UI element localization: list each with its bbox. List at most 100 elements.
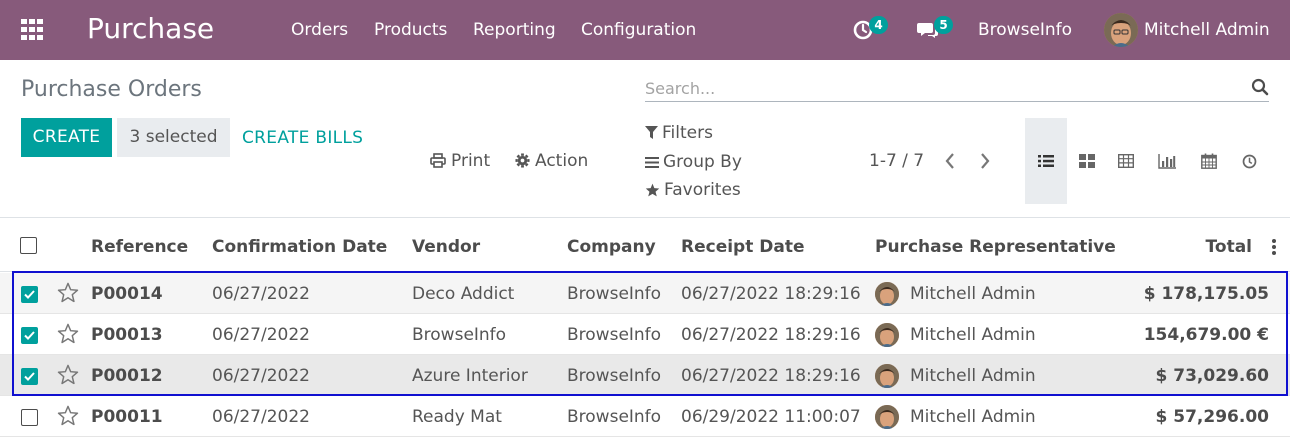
pivot-view-button[interactable] — [1105, 118, 1147, 204]
app-name[interactable]: Purchase — [87, 12, 214, 46]
column-header-confirmation-date[interactable]: Confirmation Date — [212, 237, 387, 257]
representative-cell: Mitchell Admin — [910, 325, 1036, 345]
favorites-label: Favorites — [664, 180, 741, 200]
printer-icon — [430, 153, 446, 168]
user-avatar[interactable] — [1104, 13, 1138, 47]
priority-star-icon[interactable] — [57, 282, 79, 303]
company-cell: BrowseInfo — [567, 366, 662, 386]
select-all-checkbox[interactable] — [20, 237, 37, 254]
column-header-receipt-date[interactable]: Receipt Date — [681, 237, 805, 257]
check-icon — [24, 372, 35, 381]
print-label: Print — [451, 151, 491, 171]
filter-icon — [645, 126, 658, 139]
search-icon[interactable] — [1251, 78, 1269, 96]
row-checkbox[interactable] — [21, 327, 38, 344]
list-view-icon — [1038, 155, 1054, 167]
column-header-vendor[interactable]: Vendor — [412, 237, 480, 257]
check-icon — [24, 331, 35, 340]
group-by-button[interactable]: Group By — [645, 151, 742, 173]
activity-view-button[interactable] — [1228, 118, 1270, 204]
column-header-reference[interactable]: Reference — [91, 237, 188, 257]
pager-next-icon[interactable] — [978, 152, 992, 170]
star-icon — [645, 183, 660, 197]
menu-configuration[interactable]: Configuration — [581, 19, 696, 41]
representative-avatar — [875, 282, 899, 306]
print-menu-button[interactable]: Print — [430, 150, 490, 172]
reference-cell: P00011 — [91, 407, 163, 427]
user-name[interactable]: Mitchell Admin — [1144, 19, 1270, 41]
confirmation-date-cell: 06/27/2022 — [212, 366, 310, 386]
priority-star-icon[interactable] — [57, 323, 79, 344]
action-label: Action — [535, 151, 589, 171]
priority-star-icon[interactable] — [57, 364, 79, 385]
confirmation-date-cell: 06/27/2022 — [212, 325, 310, 345]
table-row[interactable]: P00014 06/27/2022 Deco Addict BrowseInfo… — [0, 273, 1290, 314]
representative-cell: Mitchell Admin — [910, 284, 1036, 304]
graph-view-icon — [1158, 153, 1176, 169]
apps-menu-icon[interactable] — [21, 19, 44, 40]
column-header-purchase-representative[interactable]: Purchase Representative — [875, 237, 1116, 257]
search-box — [645, 74, 1269, 102]
favorites-button[interactable]: Favorites — [645, 179, 741, 201]
filters-button[interactable]: Filters — [645, 122, 713, 144]
receipt-date-cell: 06/29/2022 11:00:07 — [681, 407, 861, 427]
kanban-view-button[interactable] — [1066, 118, 1108, 204]
priority-star-icon[interactable] — [57, 405, 79, 426]
table-row[interactable]: P00011 06/27/2022 Ready Mat BrowseInfo 0… — [0, 396, 1290, 437]
selected-count-badge: 3 selected — [117, 118, 230, 157]
graph-view-button[interactable] — [1146, 118, 1188, 204]
action-menu-button[interactable]: Action — [515, 150, 588, 172]
company-cell: BrowseInfo — [567, 325, 662, 345]
calendar-view-icon — [1201, 153, 1217, 169]
reference-cell: P00013 — [91, 325, 163, 345]
table-row[interactable]: P00012 06/27/2022 Azure Interior BrowseI… — [0, 355, 1290, 396]
row-checkbox[interactable] — [21, 368, 38, 385]
table-row[interactable]: P00013 06/27/2022 BrowseInfo BrowseInfo … — [0, 314, 1290, 355]
menu-reporting[interactable]: Reporting — [473, 19, 556, 41]
reference-cell: P00014 — [91, 284, 163, 304]
company-cell: BrowseInfo — [567, 407, 662, 427]
activity-view-icon — [1242, 154, 1256, 168]
table-header-row: Reference Confirmation Date Vendor Compa… — [0, 218, 1290, 272]
filters-label: Filters — [662, 123, 713, 143]
messages-count-badge: 5 — [934, 16, 953, 34]
row-checkbox[interactable] — [21, 286, 38, 303]
create-button[interactable]: CREATE — [21, 118, 112, 157]
reference-cell: P00012 — [91, 366, 163, 386]
column-header-total[interactable]: Total — [1206, 237, 1252, 257]
receipt-date-cell: 06/27/2022 18:29:16 — [681, 284, 861, 304]
representative-avatar — [875, 405, 899, 429]
representative-avatar — [875, 323, 899, 347]
group-by-label: Group By — [663, 152, 742, 172]
pager-previous-icon[interactable] — [943, 152, 957, 170]
receipt-date-cell: 06/27/2022 18:29:16 — [681, 325, 861, 345]
column-header-company[interactable]: Company — [567, 237, 656, 257]
create-bills-button[interactable]: CREATE BILLS — [242, 127, 363, 149]
company-switcher[interactable]: BrowseInfo — [978, 19, 1072, 41]
pager-value[interactable]: 1-7 / 7 — [869, 150, 924, 172]
menu-products[interactable]: Products — [374, 19, 447, 41]
company-cell: BrowseInfo — [567, 284, 662, 304]
confirmation-date-cell: 06/27/2022 — [212, 284, 310, 304]
search-input[interactable] — [645, 76, 1235, 100]
vendor-cell: Azure Interior — [412, 366, 528, 386]
page-title: Purchase Orders — [21, 77, 202, 102]
list-view-button[interactable] — [1025, 118, 1067, 204]
receipt-date-cell: 06/27/2022 18:29:16 — [681, 366, 861, 386]
total-cell: $ 73,029.60 — [1155, 366, 1269, 386]
representative-cell: Mitchell Admin — [910, 366, 1036, 386]
vendor-cell: Ready Mat — [412, 407, 502, 427]
optional-columns-kebab-icon[interactable] — [1271, 239, 1277, 255]
calendar-view-button[interactable] — [1188, 118, 1230, 204]
activity-count-badge: 4 — [869, 16, 888, 34]
total-cell: 154,679.00 € — [1143, 325, 1269, 345]
representative-avatar — [875, 364, 899, 388]
vendor-cell: BrowseInfo — [412, 325, 507, 345]
check-icon — [24, 290, 35, 299]
vendor-cell: Deco Addict — [412, 284, 515, 304]
row-checkbox[interactable] — [21, 409, 38, 426]
menu-orders[interactable]: Orders — [291, 19, 348, 41]
group-by-icon — [645, 157, 659, 168]
top-navbar: Purchase Orders Products Reporting Confi… — [0, 0, 1290, 60]
representative-cell: Mitchell Admin — [910, 407, 1036, 427]
